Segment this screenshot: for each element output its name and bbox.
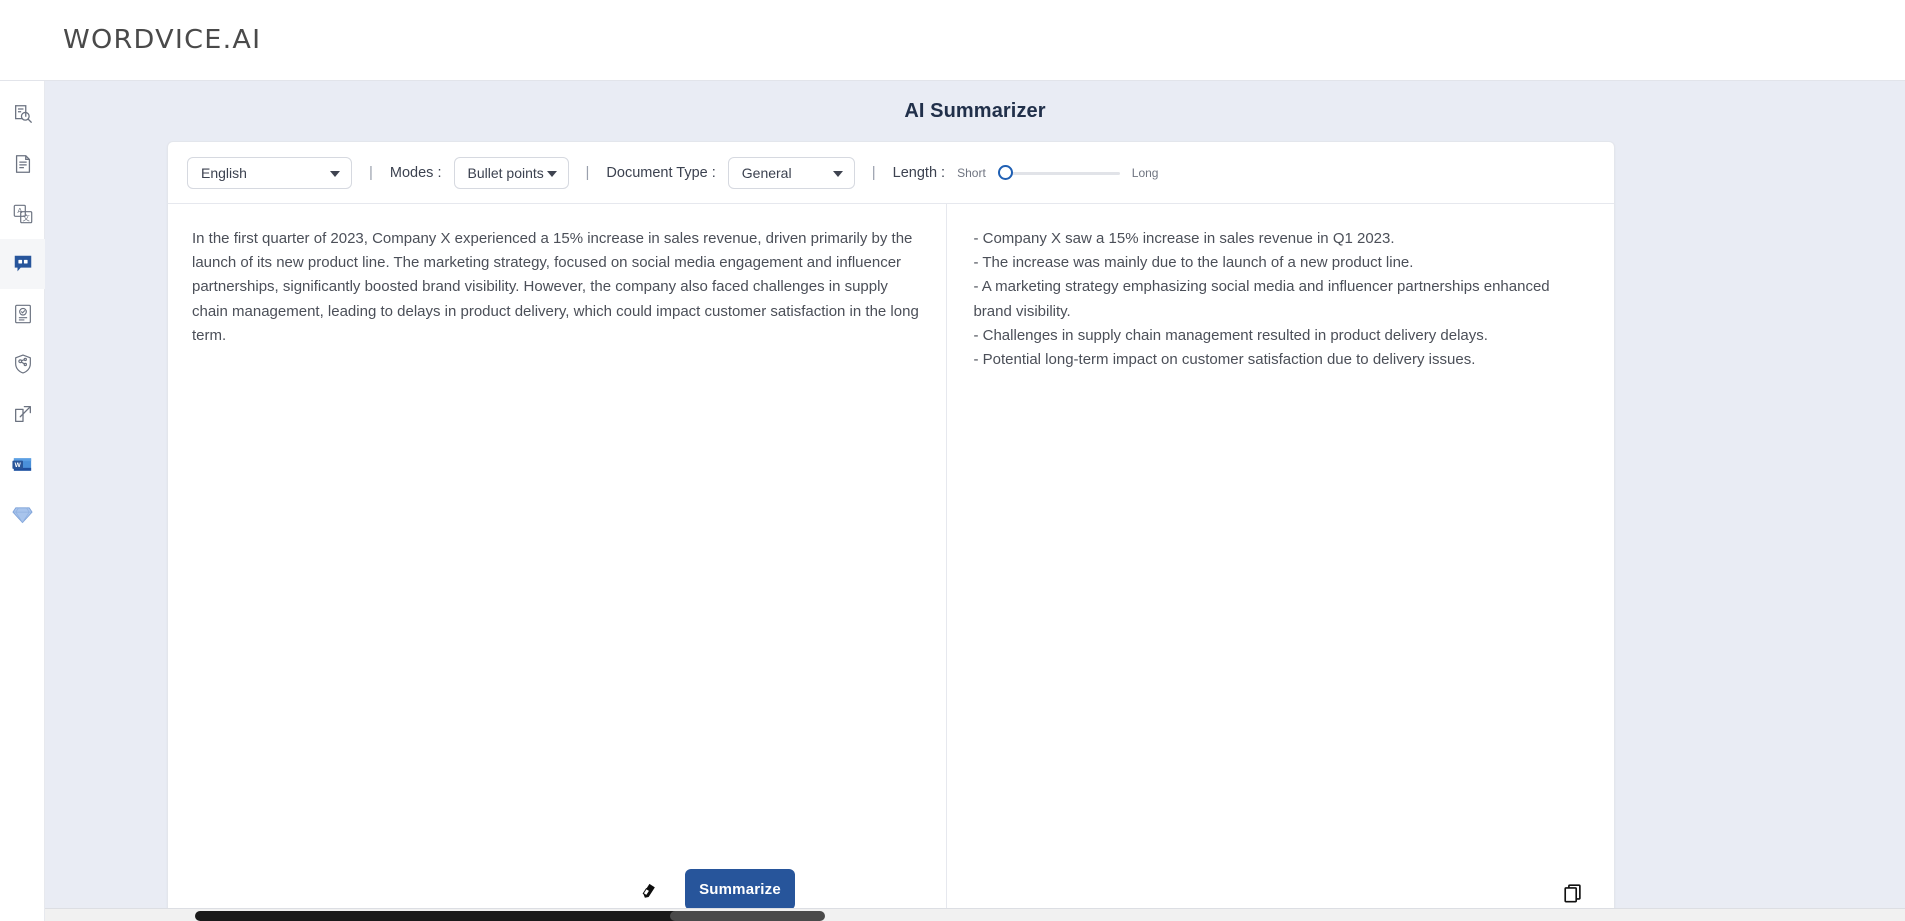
chevron-down-icon [833,171,843,177]
input-actions: Summarize [632,869,795,910]
citation-badge-icon [12,303,34,325]
copy-icon [1562,882,1584,909]
page-body: AI Summarizer English | Modes : Bullet p… [45,81,1905,921]
sidebar-item-word-addin[interactable]: W [0,439,45,489]
length-label: Length : [893,165,945,181]
brand-logo[interactable]: WORDVICE.AI [63,25,261,55]
toolbar-separator-3: | [872,164,876,181]
editor-panes: In the first quarter of 2023, Company X … [168,204,1614,921]
eraser-icon [639,877,660,903]
translate-icon: A 文 [12,203,34,225]
modes-label: Modes : [390,165,442,181]
options-toolbar: English | Modes : Bullet points | Docume… [168,142,1614,204]
length-slider-track [1004,172,1120,175]
sidebar-item-proofreading[interactable] [0,89,45,139]
sidebar-item-citation[interactable] [0,289,45,339]
summarize-button[interactable]: Summarize [685,869,795,910]
summary-pane: - Company X saw a 15% increase in sales … [947,204,1614,921]
toolbar-separator-2: | [586,164,590,181]
svg-text:W: W [15,461,22,468]
document-type-select-value: General [742,165,792,181]
word-addin-icon: W [11,453,34,476]
sidebar-item-plagiarism-checker[interactable] [0,339,45,389]
horizontal-scrollbar-thumb-secondary[interactable] [670,911,825,921]
top-header: WORDVICE.AI [0,0,1905,81]
clear-text-button[interactable] [632,873,666,907]
toolbar-separator-1: | [369,164,373,181]
language-select[interactable]: English [187,157,352,189]
summarizer-card: English | Modes : Bullet points | Docume… [167,141,1615,921]
document-search-icon [12,103,34,125]
premium-diamond-icon [11,503,34,526]
document-type-select[interactable]: General [728,157,855,189]
modes-select[interactable]: Bullet points [454,157,569,189]
summarizer-quote-icon [12,253,34,275]
sidebar-item-ai-summarizer[interactable] [0,239,45,289]
left-icon-rail: A 文 [0,81,45,921]
sidebar-item-translation[interactable]: A 文 [0,189,45,239]
source-text-input[interactable]: In the first quarter of 2023, Company X … [168,204,946,348]
page-title: AI Summarizer [45,100,1905,123]
document-type-label: Document Type : [606,165,715,181]
external-link-icon [12,403,34,425]
length-slider[interactable] [998,163,1120,183]
sidebar-item-editing[interactable] [0,139,45,189]
chevron-down-icon [547,171,557,177]
copy-summary-button[interactable] [1557,879,1589,911]
chevron-down-icon [330,171,340,177]
input-pane: In the first quarter of 2023, Company X … [168,204,947,921]
sidebar-item-open-external[interactable] [0,389,45,439]
modes-select-value: Bullet points [468,165,544,181]
length-min-label: Short [957,166,986,180]
language-select-value: English [201,165,247,181]
svg-text:A: A [17,206,22,215]
plagiarism-shield-icon [12,353,34,375]
sidebar-item-premium[interactable] [0,489,45,539]
document-lines-icon [12,153,34,175]
length-slider-handle[interactable] [998,165,1013,180]
horizontal-scrollbar[interactable] [45,908,1905,921]
length-max-label: Long [1132,166,1159,180]
svg-text:文: 文 [22,213,30,222]
summary-output: - Company X saw a 15% increase in sales … [947,204,1614,372]
